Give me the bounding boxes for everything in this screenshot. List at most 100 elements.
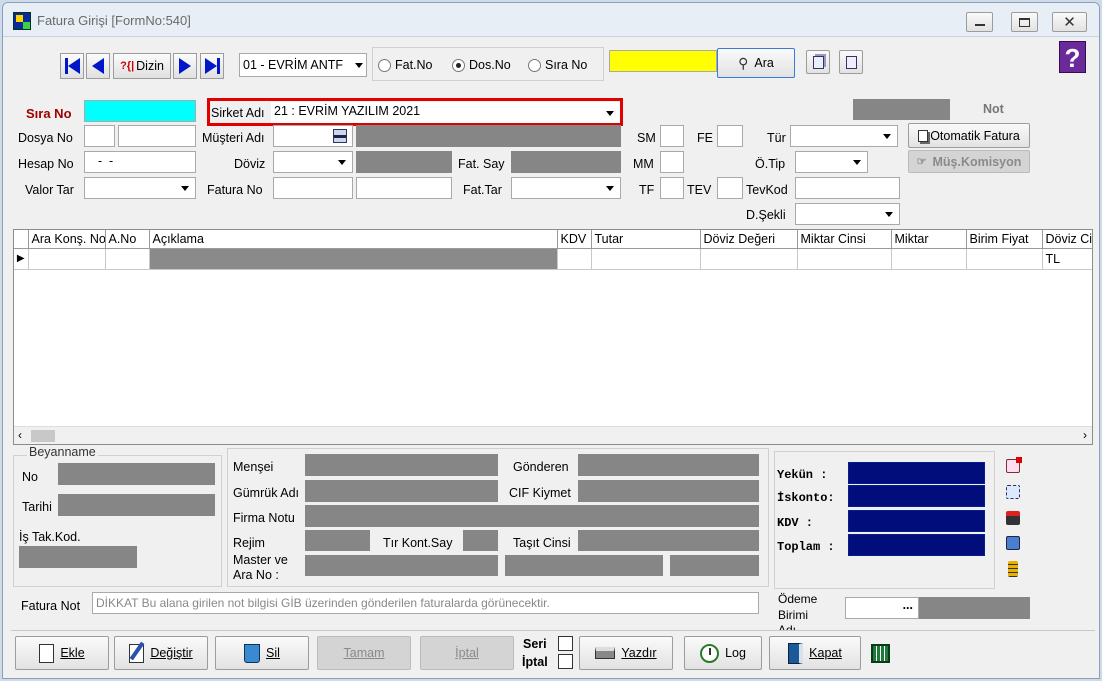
- table-row[interactable]: ▶ TL: [14, 248, 1092, 270]
- company-select-value: 01 - EVRİM ANTF: [243, 58, 344, 72]
- tamam-button[interactable]: Tamam: [317, 636, 411, 670]
- master-ve-label: Master ve: [233, 553, 288, 567]
- chevron-down-icon: [883, 134, 891, 139]
- preview-button[interactable]: [839, 50, 863, 74]
- tur-select[interactable]: [790, 125, 898, 147]
- valor-tar-select[interactable]: [84, 177, 196, 199]
- close-icon: ✕: [1063, 14, 1076, 31]
- scroll-right-icon[interactable]: ›: [1083, 428, 1087, 442]
- chevron-down-icon: [355, 63, 363, 68]
- mensei-field: [305, 454, 498, 476]
- sirket-adi-select[interactable]: 21 : EVRİM YAZILIM 2021: [271, 102, 620, 123]
- fatura-not-field[interactable]: DİKKAT Bu alana girilen not bilgisi GİB …: [92, 592, 759, 614]
- col-a-no[interactable]: A.No: [105, 230, 150, 249]
- minimize-button[interactable]: [966, 12, 993, 32]
- odeme-lookup-button[interactable]: ...: [903, 598, 913, 612]
- col-ara-kons-no[interactable]: Ara Konş. No: [28, 230, 106, 249]
- col-doviz-cinsi[interactable]: Döviz Ci: [1042, 230, 1092, 249]
- maximize-button[interactable]: [1011, 12, 1038, 32]
- dosya-no-prefix[interactable]: [84, 125, 115, 147]
- fat-say-field: [511, 151, 621, 173]
- col-doviz-degeri[interactable]: Döviz Değeri: [700, 230, 798, 249]
- o-tip-label: Ö.Tip: [755, 157, 786, 171]
- title-bar: Fatura Girişi [FormNo:540] ✕: [3, 3, 1099, 37]
- valor-tar-label: Valor Tar: [25, 183, 74, 197]
- horizontal-scrollbar[interactable]: ‹ ›: [14, 426, 1092, 444]
- yekun-field: [848, 462, 985, 484]
- not-label: Not: [983, 102, 1004, 116]
- edit-icon: [129, 641, 145, 663]
- search-input[interactable]: [609, 50, 717, 72]
- help-icon[interactable]: ?: [1059, 41, 1086, 73]
- hesap-no-field[interactable]: - -: [84, 151, 196, 173]
- log-button[interactable]: Log: [684, 636, 762, 670]
- tevkod-label: TevKod: [746, 183, 788, 197]
- not-field: [853, 99, 950, 120]
- radio-fatno[interactable]: Fat.No: [378, 58, 433, 73]
- col-birim-fiyat[interactable]: Birim Fiyat: [966, 230, 1043, 249]
- doviz-rate-field: [356, 151, 452, 173]
- doviz-select[interactable]: [273, 151, 353, 173]
- row-doviz-cell[interactable]: TL: [1042, 248, 1092, 270]
- is-tak-kod-label: İş Tak.Kod.: [19, 530, 81, 544]
- invoice-lines-grid[interactable]: Ara Konş. No A.No Açıklama KDV Tutar Döv…: [13, 229, 1093, 445]
- col-miktar[interactable]: Miktar: [891, 230, 967, 249]
- prev-icon: [92, 58, 104, 74]
- first-record-button[interactable]: [60, 53, 84, 79]
- last-record-button[interactable]: [200, 53, 224, 79]
- notes-icon[interactable]: [1006, 536, 1020, 550]
- iptal-button[interactable]: İptal: [420, 636, 514, 670]
- next-record-button[interactable]: [173, 53, 197, 79]
- ekle-button[interactable]: Ekle: [15, 636, 109, 670]
- index-icon: ?{|: [120, 60, 135, 72]
- o-tip-select[interactable]: [795, 151, 868, 173]
- iptal-checkbox[interactable]: [558, 654, 573, 669]
- odeme-code-field[interactable]: ...: [845, 597, 919, 619]
- kapat-button[interactable]: Kapat: [769, 636, 861, 670]
- archive-icon[interactable]: [1008, 561, 1018, 577]
- fe-label: FE: [697, 131, 713, 145]
- musteri-lookup-icon[interactable]: [333, 129, 347, 143]
- tevkod-field[interactable]: [795, 177, 900, 199]
- company-select[interactable]: 01 - EVRİM ANTF: [239, 53, 367, 77]
- d-sekli-select[interactable]: [795, 203, 900, 225]
- select-icon[interactable]: [1006, 485, 1020, 499]
- add-row-icon[interactable]: [1006, 457, 1022, 473]
- col-aciklama[interactable]: Açıklama: [149, 230, 558, 249]
- scroll-thumb[interactable]: [31, 430, 55, 442]
- fat-tar-select[interactable]: [511, 177, 621, 199]
- degistir-button[interactable]: Değiştir: [114, 636, 208, 670]
- toplam-label: Toplam :: [777, 540, 835, 554]
- search-button[interactable]: ⚲ Ara: [717, 48, 795, 78]
- seri-label: Seri: [523, 637, 547, 651]
- door-icon: [788, 642, 804, 664]
- radio-dosno[interactable]: Dos.No: [452, 58, 511, 73]
- prev-record-button[interactable]: [86, 53, 110, 79]
- sil-button[interactable]: Sil: [215, 636, 309, 670]
- close-button[interactable]: ✕: [1052, 12, 1087, 32]
- index-button[interactable]: ?{| Dizin: [113, 53, 171, 79]
- dosya-no-field[interactable]: [118, 125, 196, 147]
- fatura-no-field[interactable]: [273, 177, 353, 199]
- mm-field[interactable]: [660, 151, 684, 173]
- sm-field[interactable]: [660, 125, 684, 147]
- radio-sirano[interactable]: Sıra No: [528, 58, 587, 73]
- yazdir-button[interactable]: Yazdır: [579, 636, 673, 670]
- mus-komisyon-button[interactable]: ☞ Müş.Komisyon: [908, 150, 1030, 173]
- scroll-left-icon[interactable]: ‹: [18, 428, 22, 442]
- fatura-no-field-2[interactable]: [356, 177, 452, 199]
- otomatik-fatura-button[interactable]: Otomatik Fatura: [908, 123, 1030, 148]
- col-miktar-cinsi[interactable]: Miktar Cinsi: [797, 230, 892, 249]
- seri-checkbox[interactable]: [558, 636, 573, 651]
- calculator-icon[interactable]: [871, 644, 890, 663]
- grid-header: Ara Konş. No A.No Açıklama KDV Tutar Döv…: [14, 230, 1092, 249]
- tev-field[interactable]: [717, 177, 743, 199]
- sira-no-field[interactable]: [84, 100, 196, 122]
- gumruk-adi-label: Gümrük Adı: [233, 486, 299, 500]
- fe-field[interactable]: [717, 125, 743, 147]
- print-icon[interactable]: [1006, 511, 1020, 525]
- col-tutar[interactable]: Tutar: [591, 230, 701, 249]
- tf-field[interactable]: [660, 177, 684, 199]
- col-kdv[interactable]: KDV: [557, 230, 592, 249]
- copy-button[interactable]: [806, 50, 830, 74]
